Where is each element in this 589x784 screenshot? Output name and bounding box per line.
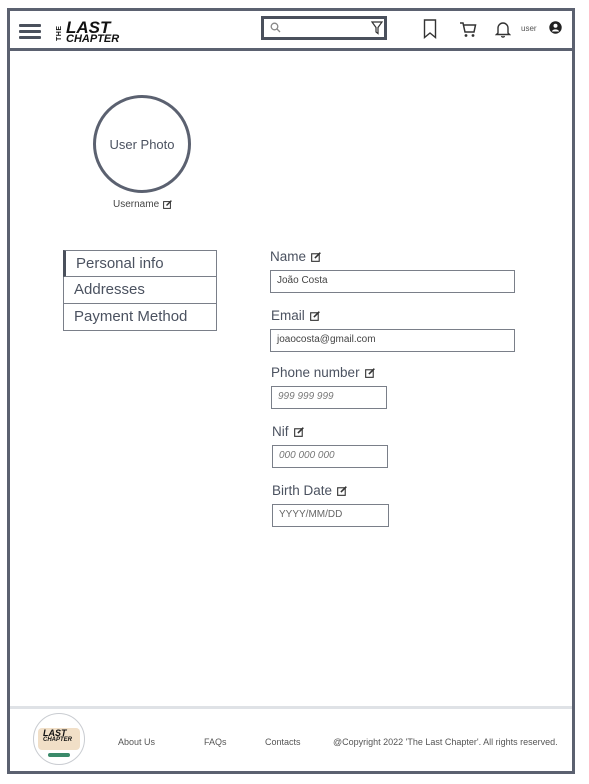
edit-icon[interactable] (293, 426, 304, 437)
nif-label: Nif (272, 424, 289, 439)
birth-date-label-row: Birth Date (272, 483, 347, 498)
search-bar[interactable] (261, 16, 387, 40)
menu-icon[interactable] (19, 24, 41, 39)
edit-icon[interactable] (337, 485, 347, 496)
search-input[interactable] (284, 21, 368, 39)
phone-label: Phone number (271, 365, 360, 380)
menu-item-payment-method[interactable]: Payment Method (63, 304, 217, 331)
phone-label-row: Phone number (271, 365, 375, 380)
name-field[interactable]: João Costa (270, 270, 515, 293)
footer-link-about[interactable]: About Us (118, 737, 155, 747)
name-label: Name (270, 249, 307, 264)
menu-item-addresses[interactable]: Addresses (63, 277, 217, 304)
user-icon[interactable] (549, 21, 562, 34)
footer-divider (10, 706, 572, 709)
filter-icon[interactable] (371, 21, 383, 35)
edit-icon[interactable] (311, 251, 321, 262)
nif-label-row: Nif (272, 424, 304, 439)
user-photo[interactable]: User Photo (93, 95, 191, 193)
bookmark-icon[interactable] (423, 19, 437, 39)
username-row: Username (113, 199, 173, 210)
user-photo-label: User Photo (109, 136, 175, 152)
birth-date-field[interactable]: YYYY/MM/DD (272, 504, 389, 527)
site-logo[interactable]: THE LAST CHAPTER (56, 17, 136, 45)
name-label-row: Name (270, 249, 321, 264)
menu-item-personal-info[interactable]: Personal info (63, 250, 217, 277)
edit-icon[interactable] (309, 310, 320, 321)
footer-logo[interactable]: LAST CHAPTER (33, 713, 85, 765)
footer-logo-chapter: CHAPTER (43, 737, 73, 743)
email-label-row: Email (271, 308, 320, 323)
birth-date-label: Birth Date (272, 483, 333, 498)
profile-menu: Personal info Addresses Payment Method (63, 250, 217, 331)
copyright-text: @Copyright 2022 'The Last Chapter'. All … (333, 737, 558, 747)
search-icon[interactable] (270, 22, 281, 33)
cart-icon[interactable] (459, 21, 477, 38)
user-label[interactable]: user (521, 24, 537, 33)
logo-the: THE (56, 25, 63, 42)
leaf-icon (48, 753, 70, 757)
footer-link-contacts[interactable]: Contacts (265, 737, 301, 747)
phone-field[interactable]: 999 999 999 (271, 386, 387, 409)
username-label: Username (113, 199, 160, 210)
top-header: THE LAST CHAPTER user (10, 11, 572, 49)
header-divider (10, 48, 572, 51)
nif-field[interactable]: 000 000 000 (272, 445, 388, 468)
edit-icon[interactable] (163, 200, 173, 209)
email-label: Email (271, 308, 305, 323)
edit-icon[interactable] (364, 367, 375, 378)
bell-icon[interactable] (495, 20, 511, 38)
logo-chapter: CHAPTER (66, 33, 120, 45)
footer-link-faqs[interactable]: FAQs (204, 737, 227, 747)
email-field[interactable]: joaocosta@gmail.com (270, 329, 515, 352)
